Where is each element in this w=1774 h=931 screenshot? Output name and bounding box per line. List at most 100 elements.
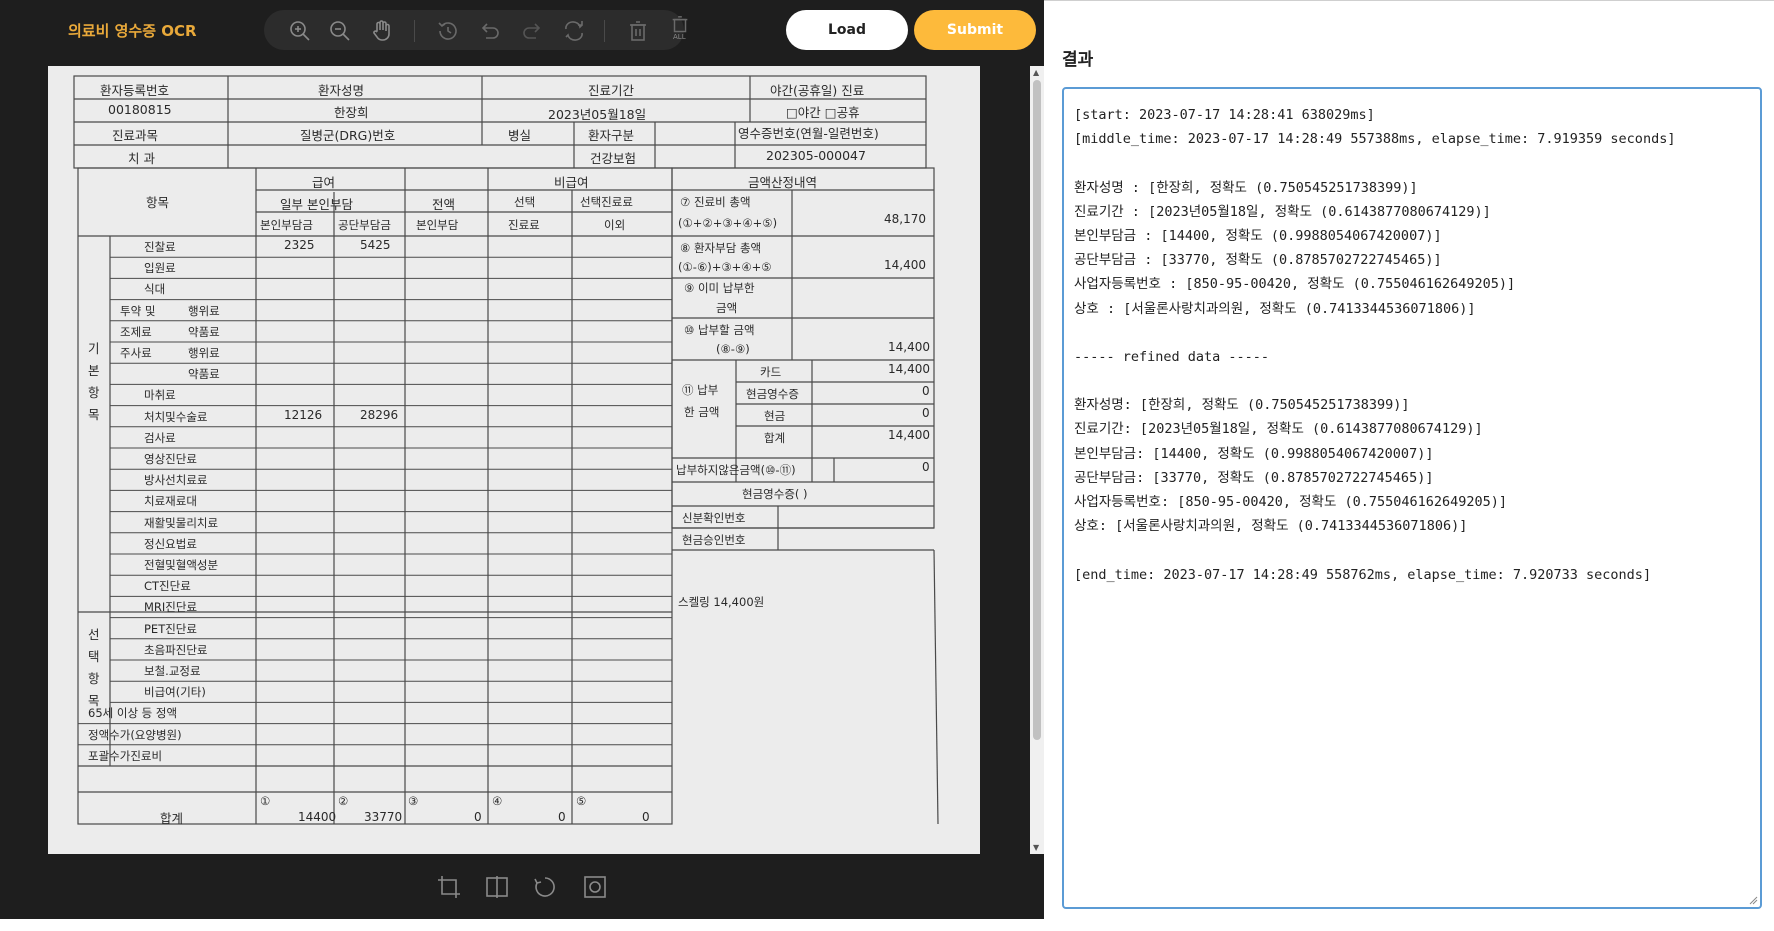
reset-icon[interactable]: [562, 19, 586, 43]
row-label: 영상진단료: [144, 452, 197, 466]
result-line: 본인부담금 : [14400, 정확도 (0.9988054067420007)…: [1074, 227, 1442, 244]
row-label: 초음파진단료: [144, 642, 208, 657]
scroll-up-icon[interactable]: ▲: [1033, 68, 1039, 77]
row-label: 비급여(기타): [144, 685, 206, 700]
calc-card-value: 14,400: [888, 362, 930, 376]
group-char: 목: [88, 407, 100, 422]
zoom-in-icon[interactable]: [288, 19, 312, 43]
row-public-pay: 5425: [360, 238, 391, 252]
col-self-pay: 본인부담금: [260, 218, 313, 232]
total-marker-3: ③: [408, 794, 419, 808]
result-line: 본인부담금: [14400, 정확도 (0.9988054067420007)]: [1074, 445, 1434, 462]
col-item: 항목: [146, 195, 170, 210]
group-char: 항: [88, 385, 100, 400]
row-public-pay: 28296: [360, 407, 399, 422]
calc-cash-receipt-label: 현금영수증: [746, 387, 799, 401]
col-select: 선택: [514, 195, 536, 209]
row-self-pay: 2325: [284, 238, 315, 252]
calc-id-label: 신분확인번호: [682, 511, 746, 525]
calc-pay-label: ⑪ 납부: [682, 383, 719, 397]
row-label: 치료재료대: [144, 494, 197, 509]
redo-icon[interactable]: [520, 19, 544, 43]
row-label: 투약 및: [120, 303, 156, 318]
result-textarea[interactable]: [start: 2023-07-17 14:28:41 638029ms] [mi…: [1062, 87, 1762, 909]
reg-no-value: 00180815: [108, 102, 172, 117]
calc-cash-receipt-title: 현금영수증( ): [742, 487, 808, 501]
flip-icon[interactable]: [484, 874, 510, 900]
drg-label: 질병군(DRG)번호: [300, 128, 396, 143]
hand-pan-icon[interactable]: [370, 19, 394, 43]
canvas-scrollbar[interactable]: ▲ ▼: [1030, 66, 1044, 854]
toolbar-divider: [604, 20, 605, 42]
rotate-icon[interactable]: [532, 874, 558, 900]
draw-shape-icon[interactable]: [582, 874, 608, 900]
row-label: 전혈및혈액성분: [144, 558, 219, 572]
col-select-other: 선택진료료: [580, 195, 633, 209]
row-label: 검사료: [144, 430, 176, 445]
delete-icon[interactable]: [626, 19, 650, 43]
room-label: 병실: [508, 128, 532, 143]
group-char: 선: [88, 627, 100, 642]
row-label: CT진단료: [144, 579, 191, 594]
resize-grip-icon[interactable]: [1748, 895, 1758, 905]
name-label: 환자성명: [318, 83, 365, 98]
row-label: 정액수가(요양병원): [88, 727, 182, 742]
total-value-5: 0: [642, 810, 650, 824]
row-label: 마취료: [144, 388, 176, 403]
crop-icon[interactable]: [436, 874, 462, 900]
result-line: 진료기간 : [2023년05월18일, 정확도 (0.614387708067…: [1074, 203, 1491, 220]
result-line: 사업자등록번호: [850-95-00420, 정확도 (0.755046162…: [1074, 494, 1508, 510]
patient-type-label: 환자구분: [588, 128, 635, 143]
result-line: [start: 2023-07-17 14:28:41 638029ms]: [1074, 107, 1375, 123]
col-select-other2: 이외: [604, 218, 626, 232]
history-icon[interactable]: [436, 19, 460, 43]
scrollbar-thumb[interactable]: [1033, 80, 1041, 740]
dept-value: 치 과: [128, 151, 155, 166]
col-full: 전액: [432, 197, 456, 212]
calc-title: 금액산정내역: [748, 175, 818, 190]
calc-patient-label: ⑧ 환자부담 총액: [680, 241, 762, 255]
result-text: [start: 2023-07-17 14:28:41 638029ms] [mi…: [1074, 103, 1750, 587]
total-value-3: 0: [474, 810, 482, 824]
result-line: 환자성명: [한장희, 정확도 (0.750545251738399)]: [1074, 397, 1410, 414]
receipt-no-value: 202305-000047: [766, 148, 866, 163]
scroll-down-icon[interactable]: ▼: [1033, 843, 1039, 852]
total-marker-4: ④: [492, 794, 503, 808]
col-public-pay: 공단부담금: [338, 218, 391, 232]
group-char: 본: [88, 363, 100, 378]
night-options: □야간 □공휴: [786, 105, 860, 120]
toolbar-divider: [414, 20, 415, 42]
result-line: 진료기간: [2023년05월18일, 정확도 (0.6143877080674…: [1074, 421, 1483, 438]
calc-cash-receipt-value: 0: [922, 384, 930, 398]
image-canvas[interactable]: 환자등록번호 환자성명 진료기간 야간(공휴일) 진료 00180815 한장희…: [0, 66, 1030, 854]
row-label: 정신요법료: [144, 536, 197, 551]
delete-all-icon[interactable]: ALL: [668, 15, 692, 47]
row-label: 처치및수술료: [144, 409, 208, 424]
app-root: 의료비 영수증 OCR ALL Load Submit 환자등록번호 환자성명 …: [0, 0, 1774, 931]
row-self-pay: 12126: [284, 407, 323, 422]
receipt-note: 스켈링 14,400원: [678, 595, 765, 609]
calc-patient-formula: (①-⑥)+③+④+⑤: [678, 260, 772, 274]
result-line: [1074, 538, 1750, 562]
result-line: ----- refined data -----: [1074, 348, 1270, 365]
total-value-1: 14400: [298, 810, 337, 824]
row-label: MRI진단료: [144, 600, 198, 615]
row-label: 방사선치료료: [144, 473, 208, 488]
calc-sum-label: 합계: [764, 431, 786, 445]
calc-total-label: ⑦ 진료비 총액: [680, 195, 751, 209]
submit-button[interactable]: Submit: [914, 10, 1036, 50]
calc-unpaid-value: 0: [922, 460, 930, 474]
result-line: [1074, 369, 1750, 393]
calc-total-formula: (①+②+③+④+⑤): [678, 216, 778, 230]
col-partial: 일부 본인부담: [280, 197, 353, 212]
editor-toolbar: ALL: [264, 10, 688, 50]
zoom-out-icon[interactable]: [328, 19, 352, 43]
total-marker-1: ①: [260, 794, 271, 808]
calc-due-formula: (⑧-⑨): [716, 342, 750, 356]
load-button[interactable]: Load: [786, 10, 908, 50]
undo-icon[interactable]: [478, 19, 502, 43]
row-sublabel: 약품료: [188, 367, 220, 382]
row-label: 포괄수가진료비: [88, 748, 163, 763]
result-line: 공단부담금 : [33770, 정확도 (0.8785702722745465)…: [1074, 252, 1442, 269]
row-sublabel: 행위료: [188, 303, 220, 318]
